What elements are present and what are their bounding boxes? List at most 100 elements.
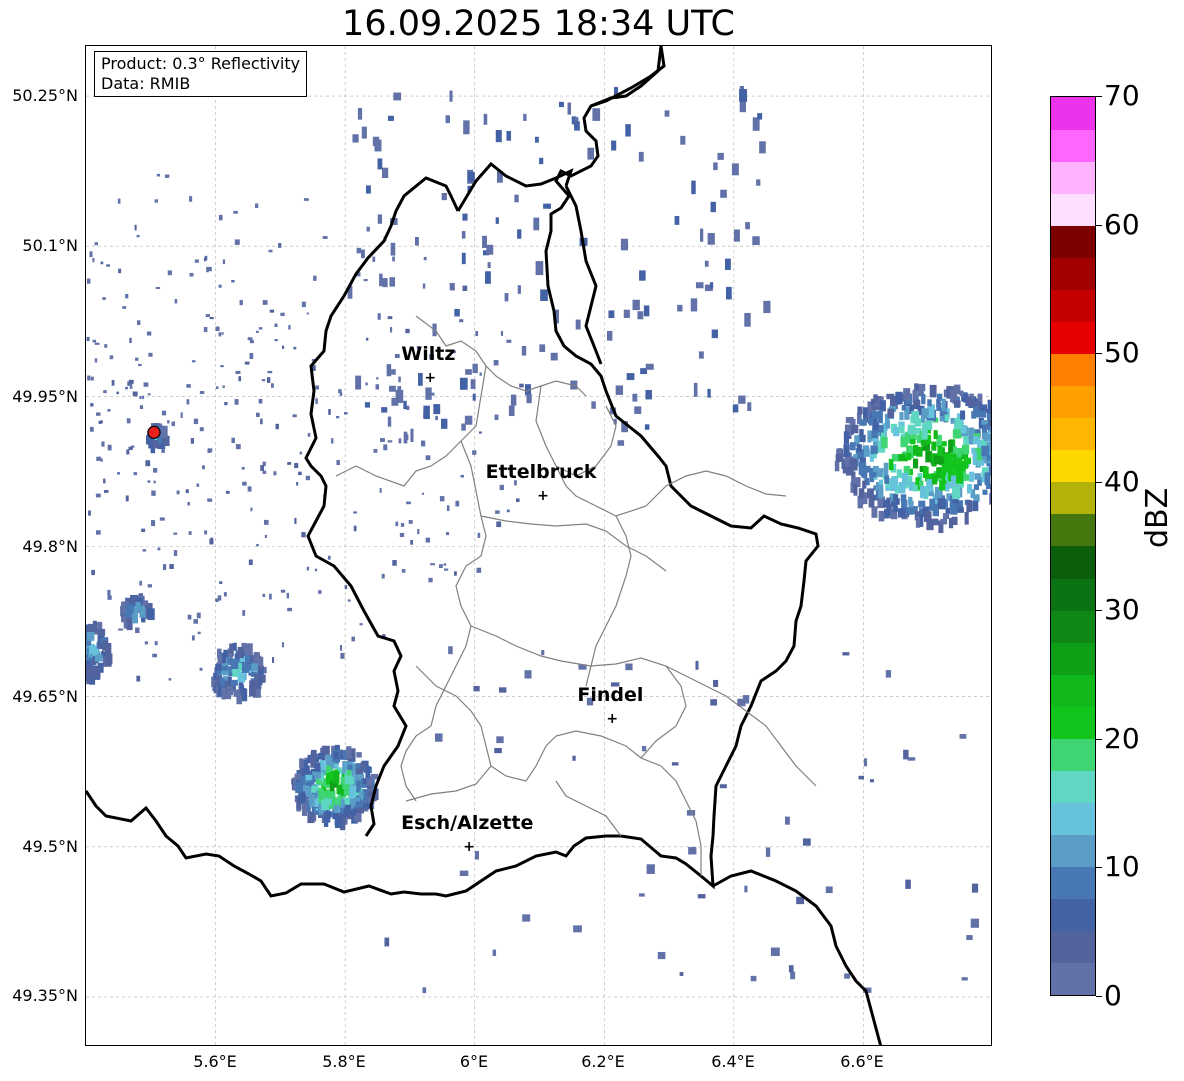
storm-echo (984, 433, 991, 442)
clutter-echo (428, 577, 433, 583)
clutter-echo (157, 547, 161, 551)
clutter-echo (94, 342, 100, 345)
clutter-echo (365, 382, 368, 386)
clutter-echo (106, 264, 110, 267)
clutter-echo (90, 376, 94, 381)
clutter-echo (752, 236, 760, 246)
storm-echo (900, 436, 908, 448)
storm-echo (849, 458, 858, 471)
clutter-echo (96, 412, 101, 416)
clutter-echo (207, 498, 213, 502)
storm-echo (936, 402, 942, 412)
storm-echo (974, 473, 981, 480)
clutter-echo (264, 534, 267, 538)
clutter-echo (516, 498, 520, 502)
clutter-echo (111, 380, 115, 386)
storm-echo (879, 425, 884, 433)
clutter-echo (215, 386, 219, 390)
clutter-echo (187, 502, 190, 506)
clutter-echo (422, 283, 426, 289)
storm-echo (987, 399, 991, 413)
clutter-echo (496, 736, 504, 744)
clutter-echo (118, 628, 123, 631)
colorbar-tickmark (1096, 738, 1102, 740)
storm-echo (856, 444, 862, 453)
clutter-echo (844, 973, 850, 979)
colorbar-tick-label: 60 (1104, 207, 1140, 241)
colorbar-segment (1051, 225, 1095, 258)
clutter-echo (526, 393, 532, 404)
clutter-echo (611, 140, 617, 151)
clutter-echo (733, 229, 740, 242)
clutter-echo (224, 402, 228, 406)
storm-echo (873, 394, 878, 403)
colorbar-segment (1051, 674, 1095, 707)
clutter-echo (493, 360, 499, 366)
clutter-echo (162, 564, 167, 571)
clutter-echo (390, 242, 396, 256)
clutter-echo (225, 490, 230, 494)
colorbar-segment (1051, 866, 1095, 900)
clutter-echo (361, 249, 365, 259)
clutter-echo (231, 437, 235, 444)
clutter-echo (103, 390, 107, 394)
colorbar-segment (1051, 321, 1095, 355)
clutter-echo (267, 370, 273, 374)
storm-echo (355, 812, 362, 823)
storm-echo (887, 408, 895, 419)
storm-echo (226, 685, 234, 696)
clutter-echo (173, 550, 178, 557)
clutter-echo (744, 885, 748, 893)
storm-echo (909, 439, 916, 445)
clutter-echo (517, 229, 522, 239)
clutter-echo (617, 440, 625, 446)
clutter-echo (116, 391, 119, 395)
clutter-echo (373, 448, 378, 453)
clutter-echo (398, 438, 402, 444)
clutter-echo (638, 893, 645, 897)
clutter-echo (425, 455, 431, 461)
storm-echo (932, 503, 938, 511)
clutter-echo (790, 971, 796, 980)
storm-echo (333, 751, 339, 760)
radar-map[interactable] (85, 45, 992, 1046)
clutter-echo (340, 652, 345, 659)
clutter-echo (100, 261, 104, 265)
clutter-echo (539, 157, 544, 165)
clutter-echo (138, 363, 142, 367)
storm-echo (859, 429, 864, 439)
clutter-echo (443, 563, 447, 566)
clutter-echo (959, 734, 967, 739)
lat-label: 49.35°N (12, 986, 78, 1005)
storm-echo (845, 417, 854, 424)
clutter-echo (464, 415, 473, 425)
lat-label: 49.8°N (22, 537, 78, 556)
clutter-echo (365, 185, 371, 194)
storm-echo (295, 782, 303, 792)
clutter-echo (141, 528, 146, 533)
clutter-echo (171, 421, 176, 427)
clutter-echo (415, 237, 419, 246)
clutter-echo (543, 203, 551, 209)
clutter-echo (441, 193, 447, 201)
clutter-echo (756, 179, 761, 186)
clutter-echo (203, 326, 208, 333)
clutter-echo (446, 505, 450, 512)
clutter-echo (151, 490, 156, 496)
clutter-echo (361, 126, 367, 139)
storm-echo (941, 464, 947, 477)
gridlines (86, 46, 991, 1045)
clutter-echo (634, 406, 642, 414)
clutter-echo (377, 214, 383, 224)
product-line: Product: 0.3° Reflectivity (101, 54, 301, 73)
storm-echo (898, 482, 906, 494)
clutter-echo (94, 242, 98, 246)
clutter-echo (159, 517, 165, 521)
clutter-echo (167, 420, 170, 424)
clutter-echo (261, 379, 266, 382)
clutter-echo (303, 198, 309, 201)
clutter-echo (269, 593, 272, 600)
clutter-echo (263, 519, 269, 525)
storm-echo (251, 663, 258, 672)
clutter-echo (191, 360, 196, 363)
